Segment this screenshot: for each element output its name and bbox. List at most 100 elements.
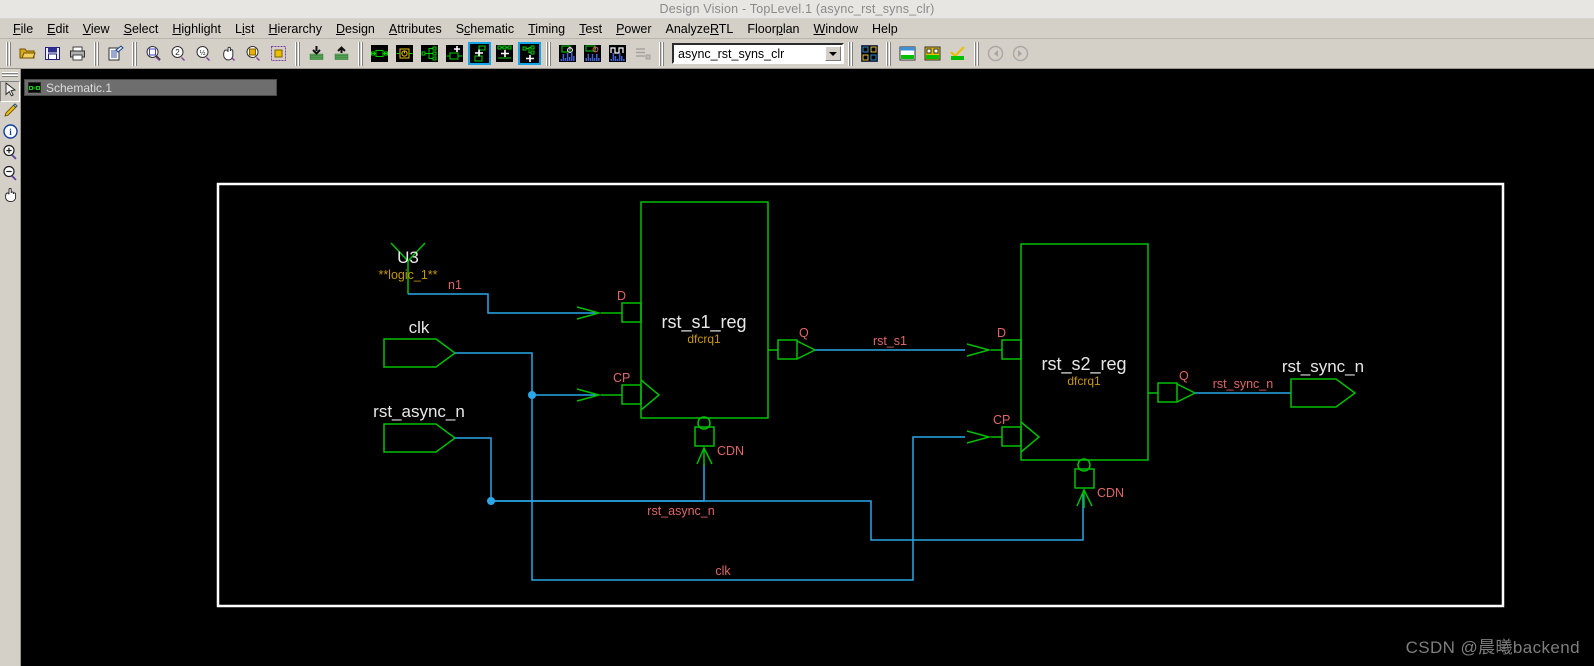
menu-bar[interactable]: File Edit View Select Highlight List Hierarchy… bbox=[0, 19, 1594, 39]
pin-d[interactable]: D bbox=[576, 289, 642, 323]
menu-item-floorplan[interactable]: Floorplan bbox=[740, 20, 806, 38]
net-rst-async-n[interactable]: rst_async_n bbox=[455, 437, 1084, 541]
add-driver-button[interactable] bbox=[468, 42, 491, 65]
schematic-svg: U3 **logic_1** n1 clk rst_async_n clk rs… bbox=[216, 182, 1505, 608]
zoom-out-half-button[interactable]: ½ bbox=[192, 42, 215, 65]
zoom-in-2x-button[interactable]: 2 bbox=[167, 42, 190, 65]
save-design-button[interactable] bbox=[41, 42, 64, 65]
layout-map-icon bbox=[861, 45, 878, 62]
new-path-schematic-button[interactable] bbox=[418, 42, 441, 65]
port-rst-sync-n[interactable]: rst_sync_n bbox=[1282, 357, 1364, 408]
menu-item-view[interactable]: View bbox=[76, 20, 117, 38]
zoom-half-icon: ½ bbox=[195, 45, 212, 62]
add-to-schematic-button[interactable] bbox=[443, 42, 466, 65]
timing-histogram-button[interactable] bbox=[581, 42, 604, 65]
menu-item-hierarchy[interactable]: Hierarchy bbox=[261, 20, 329, 38]
design-map-button[interactable] bbox=[858, 42, 881, 65]
add-load-button[interactable] bbox=[518, 42, 541, 65]
net-n1-label: n1 bbox=[448, 278, 462, 292]
info-tool-button[interactable]: i bbox=[0, 123, 20, 144]
pin-cp[interactable]: CP bbox=[576, 371, 661, 411]
toolbar-grip[interactable] bbox=[294, 41, 301, 66]
pin-d[interactable]: D bbox=[966, 326, 1022, 360]
select-tool-button[interactable] bbox=[0, 81, 20, 102]
toolbar-grip[interactable] bbox=[131, 41, 138, 66]
net-clk[interactable]: clk bbox=[455, 352, 965, 581]
zoom-out-icon bbox=[2, 165, 19, 187]
zoom-fit-icon bbox=[145, 45, 162, 62]
tile-window-button[interactable] bbox=[921, 42, 944, 65]
toolbar-grip[interactable] bbox=[885, 41, 892, 66]
add-net-button[interactable] bbox=[493, 42, 516, 65]
toolbar-grip[interactable] bbox=[545, 41, 552, 66]
zoom-fit-button[interactable] bbox=[142, 42, 165, 65]
net-rst-sync-n-label: rst_sync_n bbox=[1213, 377, 1273, 391]
zoom-out-tool-button[interactable] bbox=[0, 165, 20, 186]
menu-item-edit[interactable]: Edit bbox=[40, 20, 76, 38]
pin-q[interactable]: Q bbox=[1148, 369, 1197, 403]
menu-item-window[interactable]: Window bbox=[807, 20, 865, 38]
menu-item-help[interactable]: Help bbox=[865, 20, 905, 38]
tool-strip-grip[interactable] bbox=[2, 71, 18, 78]
push-down-icon bbox=[308, 45, 325, 62]
zoom-area-button[interactable] bbox=[242, 42, 265, 65]
toolbar-grip[interactable] bbox=[93, 41, 100, 66]
zoom-in-icon bbox=[2, 144, 19, 166]
port-clk[interactable]: clk bbox=[383, 318, 457, 368]
print-button[interactable] bbox=[66, 42, 89, 65]
menu-item-highlight[interactable]: Highlight bbox=[165, 20, 228, 38]
pan-button[interactable] bbox=[217, 42, 240, 65]
menu-item-test[interactable]: Test bbox=[572, 20, 609, 38]
zoom-selection-button[interactable] bbox=[267, 42, 290, 65]
toolbar-grip[interactable] bbox=[973, 41, 980, 66]
menu-item-schematic[interactable]: Schematic bbox=[449, 20, 521, 38]
forward-arrow-icon bbox=[1012, 45, 1029, 62]
pan-tool-button[interactable] bbox=[0, 186, 20, 207]
pin-q[interactable]: Q bbox=[768, 326, 817, 360]
edit-properties-button[interactable] bbox=[104, 42, 127, 65]
schematic-fanout-icon bbox=[421, 45, 438, 62]
annotate-tool-button[interactable] bbox=[0, 102, 20, 123]
menu-item-analyzertl[interactable]: AnalyzeRTL bbox=[659, 20, 741, 38]
split-window-button[interactable] bbox=[896, 42, 919, 65]
instance-rst-s1-reg[interactable]: rst_s1_reg dfcrq1 D CP Q CDN bbox=[576, 201, 817, 466]
menu-item-attributes[interactable]: Attributes bbox=[382, 20, 449, 38]
instance-rst-s2-reg[interactable]: rst_s2_reg dfcrq1 D CP Q CDN bbox=[966, 243, 1197, 508]
zoom-in-tool-button[interactable] bbox=[0, 144, 20, 165]
menu-item-list[interactable]: List bbox=[228, 20, 261, 38]
toolbar-grip[interactable] bbox=[5, 41, 12, 66]
menu-item-file[interactable]: File bbox=[6, 20, 40, 38]
window-split-icon bbox=[899, 45, 916, 62]
menu-item-power[interactable]: Power bbox=[609, 20, 658, 38]
pin-cp[interactable]: CP bbox=[966, 413, 1041, 453]
tie-high-U3[interactable]: U3 **logic_1** bbox=[378, 242, 438, 294]
toolbar-grip[interactable] bbox=[847, 41, 854, 66]
menu-item-select[interactable]: Select bbox=[117, 20, 166, 38]
main-toolbar[interactable]: 2 ½ async_rst_syns_clr bbox=[0, 39, 1594, 69]
pop-up-icon bbox=[333, 45, 350, 62]
waveform-button[interactable] bbox=[606, 42, 629, 65]
pin-cdn[interactable]: CDN bbox=[694, 416, 744, 466]
pop-up-hierarchy-button[interactable] bbox=[330, 42, 353, 65]
toolbar-grip[interactable] bbox=[357, 41, 364, 66]
toolbar-grip[interactable] bbox=[658, 41, 665, 66]
check-design-button[interactable] bbox=[946, 42, 969, 65]
open-design-button[interactable] bbox=[16, 42, 39, 65]
pin-d-label: D bbox=[997, 326, 1006, 340]
clock-histogram-button[interactable] bbox=[556, 42, 579, 65]
new-design-schematic-button[interactable] bbox=[368, 42, 391, 65]
port-rst-async-n[interactable]: rst_async_n bbox=[373, 402, 465, 453]
chevron-down-icon[interactable] bbox=[825, 46, 841, 61]
net-rst-s1[interactable]: rst_s1 bbox=[815, 334, 965, 351]
schematic-canvas[interactable]: Schematic.1 U3 **logic_1** n1 clk rst_as… bbox=[21, 69, 1594, 666]
left-tool-strip[interactable]: i bbox=[0, 69, 21, 666]
net-rst-sync-n[interactable]: rst_sync_n bbox=[1195, 377, 1291, 394]
net-n1[interactable]: n1 bbox=[408, 278, 596, 314]
new-symbol-view-button[interactable] bbox=[393, 42, 416, 65]
menu-item-timing[interactable]: Timing bbox=[521, 20, 572, 38]
menu-item-design[interactable]: Design bbox=[329, 20, 382, 38]
tie-celltype-label: **logic_1** bbox=[378, 268, 437, 282]
csdn-watermark: CSDN @晨曦backend bbox=[1405, 638, 1580, 657]
push-down-hierarchy-button[interactable] bbox=[305, 42, 328, 65]
hierarchy-combo[interactable]: async_rst_syns_clr bbox=[672, 43, 844, 64]
